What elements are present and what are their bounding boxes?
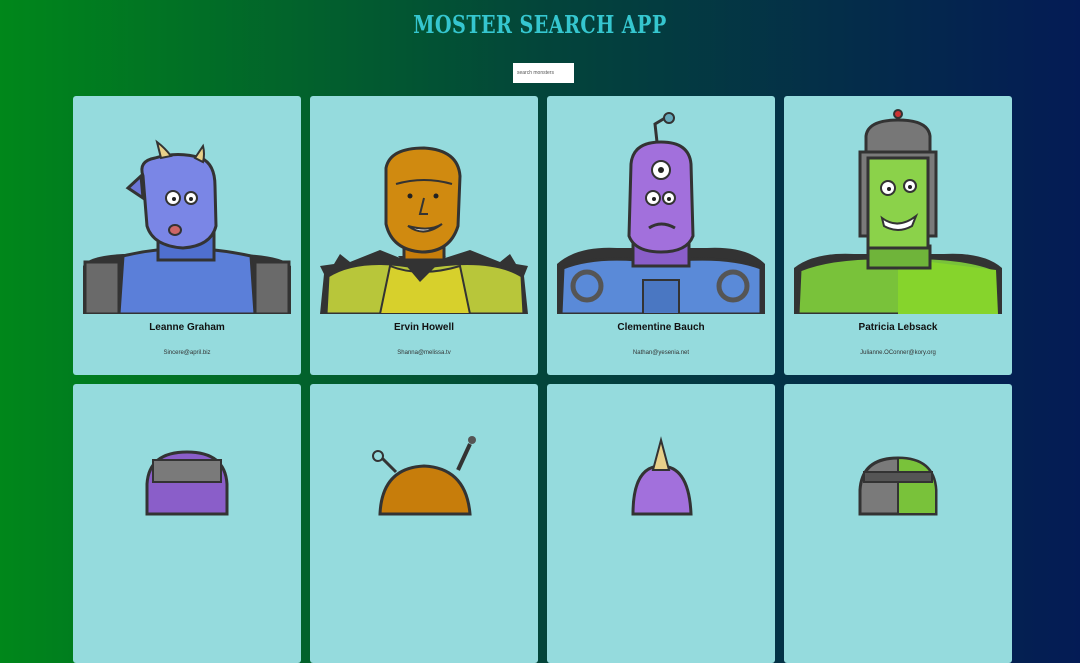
monster-avatar: [858, 456, 938, 516]
monster-name: Patricia Lebsack: [858, 322, 938, 333]
monster-email: Shanna@melissa.tv: [397, 350, 451, 356]
monster-email: Nathan@yesenia.net: [632, 350, 690, 356]
monster-avatar: [320, 146, 528, 314]
monster-avatar: [83, 139, 291, 314]
monster-avatar: [794, 109, 1002, 314]
monster-card[interactable]: [310, 384, 538, 663]
monster-email: Sincere@april.biz: [163, 350, 211, 356]
monster-card[interactable]: Patricia Lebsack Julianne.OConner@kory.o…: [784, 96, 1012, 375]
monster-card[interactable]: [547, 384, 775, 663]
monster-card[interactable]: [73, 384, 301, 663]
monster-avatar: [631, 436, 693, 516]
search-input[interactable]: [513, 63, 574, 83]
monster-card[interactable]: Ervin Howell Shanna@melissa.tv: [310, 96, 538, 375]
monster-name: Ervin Howell: [393, 322, 454, 333]
monster-avatar: [145, 450, 229, 516]
app-title: MOSTER SEARCH APP: [413, 10, 667, 39]
monster-card[interactable]: [784, 384, 1012, 663]
monster-avatar: [557, 112, 765, 314]
monster-name: Leanne Graham: [149, 322, 225, 333]
monster-avatar: [372, 436, 476, 516]
monster-card[interactable]: Clementine Bauch Nathan@yesenia.net: [547, 96, 775, 375]
monster-email: Julianne.OConner@kory.org: [860, 350, 936, 356]
monster-name: Clementine Bauch: [617, 322, 705, 333]
monster-card[interactable]: Leanne Graham Sincere@april.biz: [73, 96, 301, 375]
